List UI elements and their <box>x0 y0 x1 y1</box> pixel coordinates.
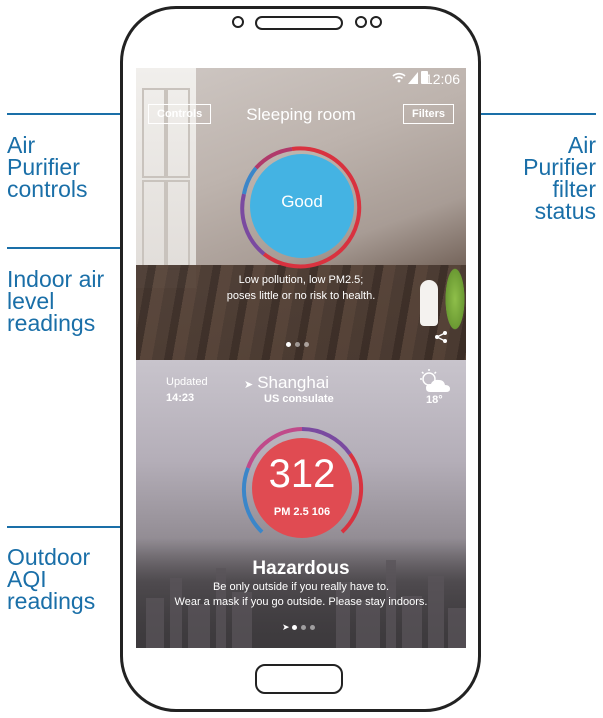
updated-time: 14:23 <box>166 392 195 404</box>
updated-label: Updated <box>166 376 208 388</box>
callout-purifier-controls: Air Purifier controls <box>7 132 88 202</box>
signal-icon <box>408 72 418 84</box>
outdoor-page-indicator[interactable]: ➤ <box>282 622 332 632</box>
filters-button[interactable]: Filters <box>402 104 454 124</box>
aqi-value: 312 <box>268 452 336 496</box>
aqi-level: Hazardous <box>252 558 350 579</box>
indoor-page-indicator[interactable] <box>286 334 316 347</box>
sensor <box>355 16 367 28</box>
home-button[interactable] <box>255 664 343 694</box>
indoor-panel: Controls Sleeping room Filters Good Low … <box>136 68 466 360</box>
app-screen: Controls Sleeping room Filters Good Low … <box>136 68 466 648</box>
share-icon[interactable] <box>434 330 448 347</box>
proximity-sensor <box>370 16 382 28</box>
city-label: Shanghai <box>257 373 330 392</box>
indoor-status-text: Good <box>281 192 323 211</box>
status-time: 12:06 <box>424 71 460 87</box>
data-source: US consulate <box>264 393 334 405</box>
callout-indoor-readings: Indoor air level readings <box>7 266 105 336</box>
vase <box>420 280 438 326</box>
temperature: 18° <box>426 394 443 406</box>
room-window <box>136 68 196 288</box>
indoor-description-line1: Low pollution, low PM2.5; <box>238 274 364 286</box>
indoor-description: Low pollution, low PM2.5; poses little o… <box>186 272 416 304</box>
wifi-icon <box>392 72 406 86</box>
plant <box>444 264 466 334</box>
outdoor-description-line2: Wear a mask if you go outside. Please st… <box>174 596 428 608</box>
outdoor-description-line1: Be only outside if you really have to. <box>212 581 390 593</box>
status-bar: 12:06 <box>136 68 466 90</box>
callout-filter-status: Air Purifier filter status <box>523 132 596 224</box>
partly-cloudy-icon <box>420 369 450 392</box>
outdoor-panel: Updated 14:23 ➤ Shanghai US consulate 18°… <box>136 360 466 648</box>
outdoor-description: Be only outside if you really have to. W… <box>146 580 456 610</box>
location-arrow-icon: ➤ <box>244 379 254 391</box>
city-name[interactable]: ➤ Shanghai <box>244 373 329 393</box>
front-camera <box>232 16 244 28</box>
pm25-value: PM 2.5 106 <box>273 506 331 518</box>
indoor-description-line2: poses little or no risk to health. <box>226 290 376 302</box>
earpiece <box>255 16 343 30</box>
callout-outdoor-aqi: Outdoor AQI readings <box>7 544 96 614</box>
